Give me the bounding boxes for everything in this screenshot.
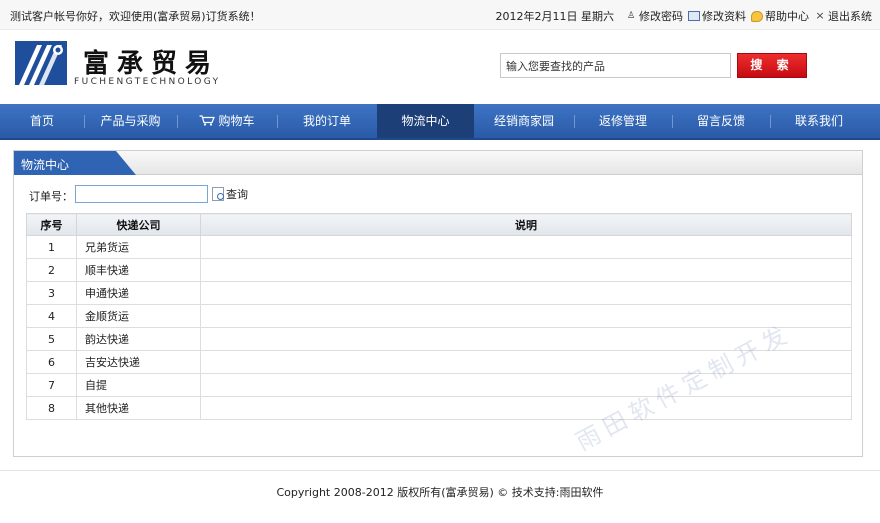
welcome-text: 测试客户帐号你好，欢迎使用(富承贸易)订货系统！	[10, 10, 261, 23]
table-row: 4 金顺货运	[26, 304, 852, 328]
current-date: 2012年2月11日 星期六	[495, 10, 615, 23]
query-button[interactable]: 查询	[212, 186, 248, 202]
row-no: 5	[26, 327, 77, 351]
nav-item-feedback[interactable]: 留言反馈	[672, 104, 770, 138]
table-row: 1 兄弟货运	[26, 235, 852, 259]
row-courier: 韵达快递	[76, 327, 201, 351]
row-no: 3	[26, 281, 77, 305]
row-description	[200, 396, 852, 420]
change-password-label: 修改密码	[639, 10, 683, 23]
row-no: 1	[26, 235, 77, 259]
row-courier: 申通快递	[76, 281, 201, 305]
search-button[interactable]: 搜 索	[737, 53, 807, 78]
row-courier: 顺丰快递	[76, 258, 201, 282]
edit-profile-label: 修改资料	[702, 10, 746, 23]
top-bar: 测试客户帐号你好，欢迎使用(富承贸易)订货系统！ 2012年2月11日 星期六 …	[0, 0, 880, 30]
table-row: 5 韵达快递	[26, 327, 852, 351]
table-row: 7 自提	[26, 373, 852, 397]
row-courier: 自提	[76, 373, 201, 397]
change-password-link[interactable]: ♙ 修改密码	[625, 8, 683, 24]
row-description	[200, 304, 852, 328]
order-number-input[interactable]	[75, 185, 208, 203]
nav-item-contact[interactable]: 联系我们	[770, 104, 868, 138]
table-row: 3 申通快递	[26, 281, 852, 305]
row-description	[200, 258, 852, 282]
table-row: 6 吉安达快递	[26, 350, 852, 374]
row-no: 4	[26, 304, 77, 328]
top-links: 2012年2月11日 星期六 ♙ 修改密码 修改资料 帮助中心 × 退出系统	[496, 8, 873, 24]
nav-item-cart-label: 购物车	[218, 114, 255, 128]
nav-item-repair[interactable]: 返修管理	[574, 104, 672, 138]
row-courier: 吉安达快递	[76, 350, 201, 374]
brand-name-en: FUCHENGTECHNOLOGY	[74, 77, 221, 87]
table-row: 8 其他快递	[26, 396, 852, 420]
nav-item-products[interactable]: 产品与采购	[84, 104, 177, 138]
query-label: 查询	[226, 188, 248, 201]
row-courier: 金顺货运	[76, 304, 201, 328]
close-icon: ×	[815, 9, 825, 22]
brand-name-cn: 富承贸易	[83, 49, 220, 79]
row-description	[200, 281, 852, 305]
row-no: 7	[26, 373, 77, 397]
company-logo-icon	[15, 41, 67, 85]
help-center-label: 帮助中心	[765, 10, 809, 23]
main-nav: 首页 产品与采购 购物车 我的订单 物流中心 经销商家园 返修管理 留言反馈 联…	[0, 104, 880, 140]
row-description	[200, 235, 852, 259]
nav-item-my-orders[interactable]: 我的订单	[277, 104, 377, 138]
panel-title: 物流中心	[21, 158, 70, 172]
nav-item-cart[interactable]: 购物车	[177, 104, 277, 138]
courier-table: 序号 快递公司 说明 1 兄弟货运 2 顺丰快递 3 申通快递 4 金顺货运 5…	[26, 213, 852, 420]
nav-item-logistics[interactable]: 物流中心	[377, 104, 474, 138]
table-row: 2 顺丰快递	[26, 258, 852, 282]
logout-label: 退出系统	[828, 10, 872, 23]
nav-item-home[interactable]: 首页	[0, 104, 84, 138]
logout-link[interactable]: × 退出系统	[814, 8, 872, 24]
logistics-panel: 物流中心 订单号： 查询 序号 快递公司 说明 1 兄弟货运 2 顺丰快递 3 …	[13, 150, 863, 457]
help-center-link[interactable]: 帮助中心	[751, 8, 809, 24]
cart-icon	[199, 115, 216, 126]
footer-divider	[0, 470, 880, 471]
header: 富承贸易 FUCHENGTECHNOLOGY 搜 索	[0, 31, 880, 104]
search-icon	[212, 187, 224, 201]
search-input[interactable]	[500, 53, 731, 78]
row-no: 2	[26, 258, 77, 282]
row-description	[200, 327, 852, 351]
profile-card-icon	[688, 11, 700, 21]
row-no: 8	[26, 396, 77, 420]
order-number-label: 订单号：	[29, 190, 73, 203]
nav-item-dealers[interactable]: 经销商家园	[474, 104, 574, 138]
user-icon: ♙	[626, 11, 636, 21]
row-courier: 其他快递	[76, 396, 201, 420]
table-header-row: 序号 快递公司 说明	[26, 213, 852, 236]
row-description	[200, 373, 852, 397]
col-header-courier: 快递公司	[76, 213, 201, 236]
panel-header: 物流中心	[14, 151, 862, 175]
col-header-description: 说明	[200, 213, 852, 236]
row-no: 6	[26, 350, 77, 374]
footer-copyright: Copyright 2008-2012 版权所有(富承贸易) © 技术支持:雨田…	[276, 486, 604, 499]
row-description	[200, 350, 852, 374]
col-header-no: 序号	[26, 213, 77, 236]
edit-profile-link[interactable]: 修改资料	[688, 8, 746, 24]
row-courier: 兄弟货运	[76, 235, 201, 259]
help-chat-icon	[751, 10, 763, 22]
